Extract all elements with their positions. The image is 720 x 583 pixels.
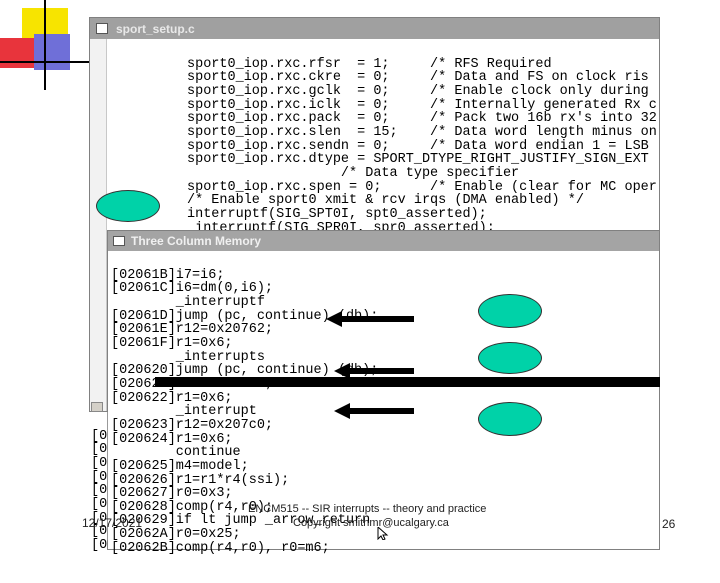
strip-line: [0 — [91, 496, 108, 512]
scroll-arrow-icon[interactable] — [91, 402, 103, 412]
code-line: sport0_iop.rxc.slen = 15; /* Data word l… — [187, 124, 657, 140]
code-line: sport0_iop.rxc.gclk = 0; /* Enable clock… — [187, 83, 649, 99]
code-line: sport0_iop.rxc.iclk = 0; /* Internally g… — [187, 97, 657, 113]
annotation-ellipse — [96, 190, 160, 222]
annotation-ellipse — [478, 294, 542, 328]
asm-line[interactable]: [020626]r1=r1*r4(ssi); — [111, 473, 378, 488]
asm-line[interactable]: [02061B]i7=i6; — [111, 268, 378, 283]
code-line: /* Data type specifier — [187, 165, 520, 181]
memory-window-title: Three Column Memory — [131, 234, 262, 248]
code-line: sport0_iop.rxc.spen = 0; /* Enable (clea… — [187, 179, 657, 195]
strip-line: [0 — [91, 428, 108, 444]
strip-line: [0 — [91, 483, 108, 499]
memory-window-titlebar[interactable]: Three Column Memory — [108, 231, 659, 251]
logo-horizontal-line — [0, 61, 92, 63]
asm-line[interactable]: [020627]r0=0x3; — [111, 487, 378, 501]
footer-copyright: Copyright smithmr@ucalgary.ca — [293, 517, 449, 529]
background-window-text: [0 [0 [0 [0 [0 [0 [0 [0 [0 — [91, 416, 107, 566]
three-column-memory-window[interactable]: Three Column Memory [02061B]i7=i6; [02061… — [107, 230, 660, 555]
arrow-left-icon — [334, 363, 414, 379]
window-menu-icon[interactable] — [113, 236, 125, 246]
source-window-title: sport_setup.c — [116, 21, 195, 36]
code-line: sport0_iop.rxc.ckre = 0; /* Data and FS … — [187, 70, 649, 86]
annotation-ellipse — [478, 402, 542, 436]
asm-line[interactable]: [020625]m4=model; — [111, 460, 378, 474]
footer-date: 12/17/2021 — [82, 516, 143, 530]
code-line: sport0_iop.rxc.dtype = SPORT_DTYPE_RIGHT… — [187, 152, 649, 168]
source-window-gutter — [90, 39, 107, 411]
asm-label: _interruptf — [111, 294, 265, 310]
asm-line[interactable]: [02061F]r1=0x6; — [111, 337, 378, 351]
mouse-cursor-icon — [377, 527, 389, 540]
footer-page-number: 26 — [662, 517, 676, 531]
asm-line[interactable]: [02061C]i6=dm(0,i6); — [111, 282, 378, 296]
strip-line: [0 — [91, 442, 108, 458]
asm-label: continue — [111, 445, 241, 461]
code-line: sport0_iop.rxc.sendn = 0; /* Data word e… — [187, 138, 649, 154]
code-line: interruptf(SIG_SPT0I, spt0_asserted); — [187, 206, 487, 222]
footer-course: ENCM515 -- SIR interrupts -- theory and … — [248, 503, 487, 515]
code-line: /* Enable sport0 xmit & rcv irqs (DMA en… — [187, 193, 584, 209]
code-line: sport0_iop.rxc.pack = 0; /* Pack two 16b… — [187, 111, 657, 127]
arrow-left-icon — [326, 311, 414, 327]
strip-line: [0 — [91, 537, 108, 553]
source-window-titlebar[interactable]: sport_setup.c — [90, 18, 659, 39]
window-menu-icon[interactable] — [96, 23, 108, 34]
annotation-ellipse — [478, 342, 542, 374]
logo-blue-square — [34, 34, 70, 70]
code-line: sport0_iop.rxc.rfsr = 1; /* RFS Required — [187, 56, 552, 72]
asm-line[interactable]: [02062B]comp(r4,r0), r0=m6; — [111, 542, 378, 556]
asm-line[interactable]: [020623]r12=0x207c0; — [111, 419, 378, 433]
strip-line: [0 — [91, 469, 108, 485]
asm-line[interactable]: [020624]r1=0x6; — [111, 432, 378, 447]
strip-line: [0 — [91, 455, 108, 471]
logo-vertical-line — [44, 0, 46, 90]
arrow-left-icon — [334, 403, 414, 419]
